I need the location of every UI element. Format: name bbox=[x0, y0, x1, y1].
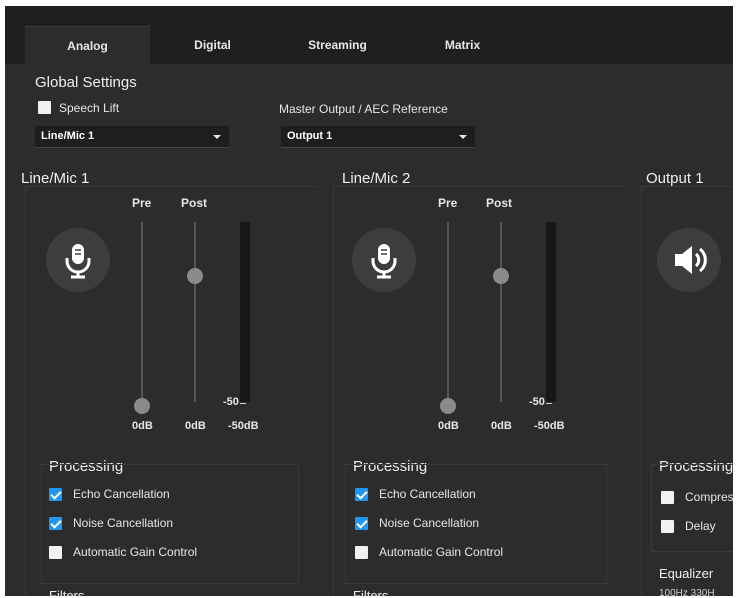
channel-2-pre-track bbox=[447, 222, 449, 402]
channel-2-meter-tick-label: -50 bbox=[529, 396, 545, 408]
channel-2-post-label: Post bbox=[486, 196, 513, 210]
master-output-value: Output 1 bbox=[287, 130, 333, 142]
channel-1-level-meter bbox=[240, 222, 250, 402]
channel-1-meter-tick bbox=[240, 403, 246, 404]
channel-1-mic-button[interactable] bbox=[46, 228, 110, 292]
channel-1-pre-track bbox=[141, 222, 143, 402]
tab-streaming[interactable]: Streaming bbox=[275, 26, 400, 64]
channel-1-noise-cancellation-label: Noise Cancellation bbox=[73, 516, 174, 530]
chevron-down-icon bbox=[213, 135, 221, 139]
channel-2-mic-button[interactable] bbox=[352, 228, 416, 292]
chevron-down-icon bbox=[459, 135, 467, 139]
microphone-icon bbox=[371, 244, 397, 279]
channel-2-pre-label: Pre bbox=[438, 196, 458, 210]
channel-1-agc-checkbox[interactable] bbox=[49, 546, 62, 559]
output-1-title: Output 1 bbox=[646, 170, 704, 187]
master-output-select[interactable]: Output 1 bbox=[281, 126, 475, 148]
tab-matrix[interactable]: Matrix bbox=[400, 26, 525, 64]
channel-1-post-track bbox=[194, 222, 196, 402]
channel-1-meter-db: -50dB bbox=[228, 420, 259, 432]
output-1-delay-label: Delay bbox=[685, 519, 716, 533]
channel-1-title: Line/Mic 1 bbox=[21, 170, 90, 187]
channel-2-post-db: 0dB bbox=[491, 420, 512, 432]
channel-2-meter-db: -50dB bbox=[534, 420, 565, 432]
channel-2-echo-cancellation-label: Echo Cancellation bbox=[379, 487, 476, 501]
audio-settings-window: Analog Digital Streaming Matrix Global S… bbox=[5, 6, 733, 596]
output-1-equalizer-title: Equalizer bbox=[659, 566, 714, 581]
channel-1-echo-cancellation-label: Echo Cancellation bbox=[73, 487, 170, 501]
channel-2-noise-cancellation-checkbox[interactable] bbox=[355, 517, 368, 530]
channel-1-post-fader[interactable] bbox=[187, 268, 203, 284]
speaker-icon bbox=[675, 246, 707, 274]
channel-1-post-label: Post bbox=[181, 196, 208, 210]
output-1-speaker-button[interactable] bbox=[657, 228, 721, 292]
channel-2-filters-title: Filters bbox=[353, 588, 389, 596]
channel-2-agc-label: Automatic Gain Control bbox=[379, 545, 504, 559]
channel-1-pre-db: 0dB bbox=[132, 420, 153, 432]
global-settings-title: Global Settings bbox=[35, 74, 137, 91]
tab-analog[interactable]: Analog bbox=[25, 26, 150, 64]
channel-2-pre-db: 0dB bbox=[438, 420, 459, 432]
channel-1-pre-fader[interactable] bbox=[134, 398, 150, 414]
tab-bar: Analog Digital Streaming Matrix bbox=[5, 6, 733, 64]
output-1-compressor-label: Compres bbox=[685, 490, 733, 504]
tab-digital[interactable]: Digital bbox=[150, 26, 275, 64]
speech-lift-checkbox[interactable] bbox=[38, 101, 51, 114]
channel-1-post-db: 0dB bbox=[185, 420, 206, 432]
channel-2-agc-checkbox[interactable] bbox=[355, 546, 368, 559]
microphone-icon bbox=[65, 244, 91, 279]
channel-1-meter-tick-label: -50 bbox=[223, 396, 239, 408]
output-1-delay-checkbox[interactable] bbox=[661, 520, 674, 533]
channel-1-noise-cancellation-checkbox[interactable] bbox=[49, 517, 62, 530]
channel-1-filters-title: Filters bbox=[49, 588, 85, 596]
output-1-processing-box bbox=[651, 464, 733, 552]
channel-2-pre-fader[interactable] bbox=[440, 398, 456, 414]
output-1-compressor-checkbox[interactable] bbox=[661, 491, 674, 504]
master-output-label: Master Output / AEC Reference bbox=[279, 102, 448, 116]
analog-panel: Global Settings Speech Lift Line/Mic 1 M… bbox=[5, 64, 733, 596]
input-select-value: Line/Mic 1 bbox=[41, 130, 95, 142]
channel-2-meter-tick bbox=[546, 403, 552, 404]
channel-1-echo-cancellation-checkbox[interactable] bbox=[49, 488, 62, 501]
input-select[interactable]: Line/Mic 1 bbox=[35, 126, 229, 148]
output-1-eq-band-labels: 100Hz 330H bbox=[659, 588, 715, 596]
channel-2-title: Line/Mic 2 bbox=[342, 170, 411, 187]
speech-lift-label: Speech Lift bbox=[59, 101, 120, 115]
channel-2-level-meter bbox=[546, 222, 556, 402]
channel-2-echo-cancellation-checkbox[interactable] bbox=[355, 488, 368, 501]
channel-1-pre-label: Pre bbox=[132, 196, 152, 210]
channel-2-noise-cancellation-label: Noise Cancellation bbox=[379, 516, 480, 530]
channel-2-post-fader[interactable] bbox=[493, 268, 509, 284]
channel-2-post-track bbox=[500, 222, 502, 402]
channel-1-agc-label: Automatic Gain Control bbox=[73, 545, 198, 559]
